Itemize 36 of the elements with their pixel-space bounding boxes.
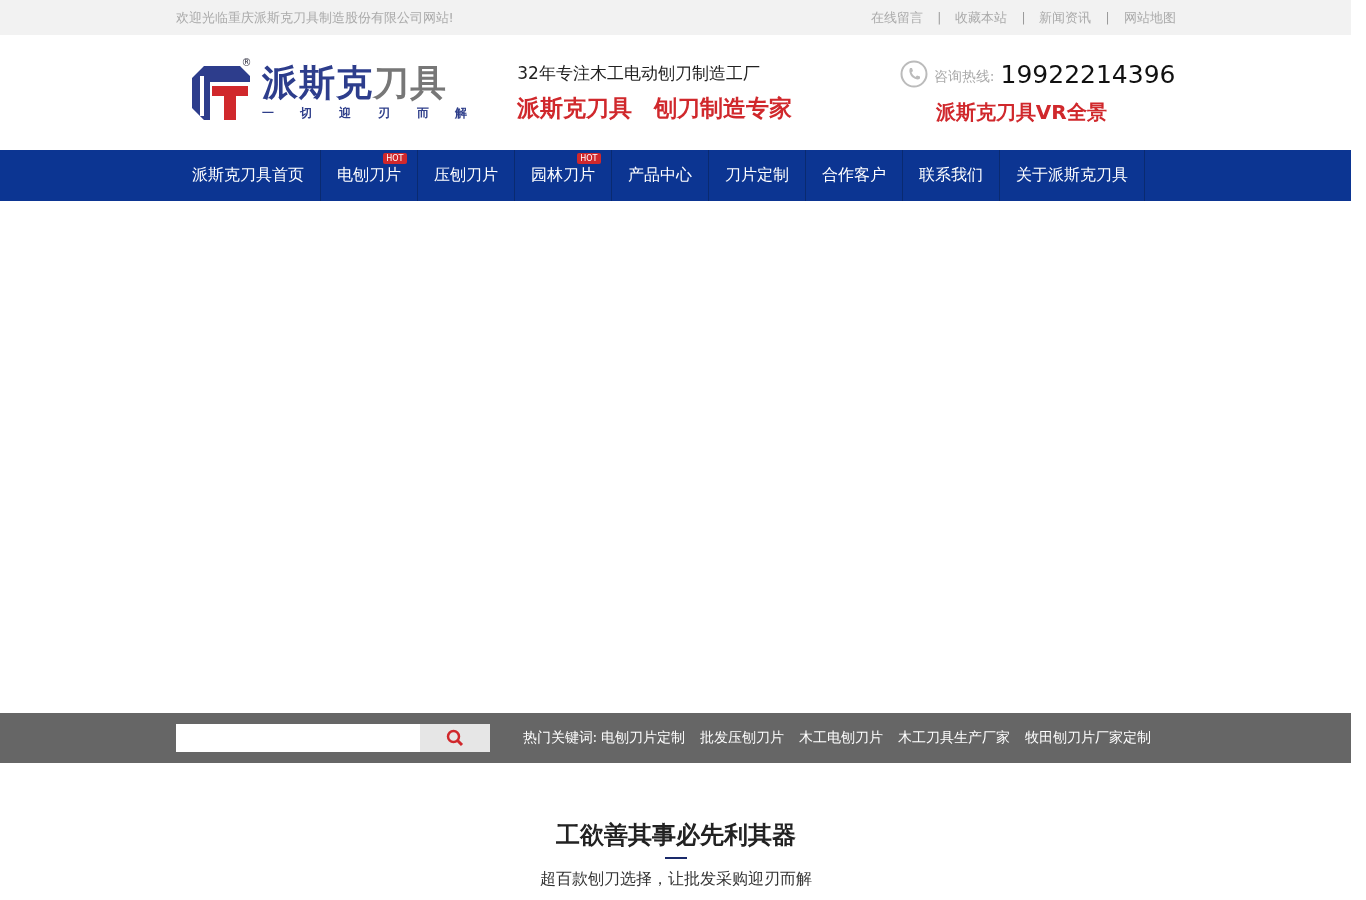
search-button[interactable] — [419, 724, 490, 752]
keyword-link[interactable]: 牧田刨刀片厂家定制 — [1025, 729, 1152, 747]
vr-link[interactable]: 派斯克刀具VR全景 — [935, 98, 1107, 126]
nav-item[interactable]: 关于派斯克刀具 — [999, 150, 1145, 201]
tagline-text: 派斯克刀具 — [517, 93, 633, 123]
separator: | — [1105, 10, 1110, 25]
nav-item[interactable]: HOT 电刨刀片 — [320, 150, 418, 201]
tagline-text: 刨刀制造专家 — [654, 93, 793, 123]
nav-item[interactable]: 联系我们 — [902, 150, 1000, 201]
welcome-text: 欢迎光临重庆派斯克刀具制造股份有限公司网站! — [175, 8, 455, 27]
brand-name: 派斯克刀具 — [261, 63, 448, 103]
hotline-number: 19922214396 — [1000, 59, 1176, 89]
registered-mark: ® — [241, 57, 252, 68]
separator: | — [1021, 10, 1026, 25]
keyword-link[interactable]: 木工刀具生产厂家 — [898, 729, 1011, 747]
slogan-text: 32年专注木工电动刨刀制造工厂 — [517, 61, 761, 85]
brand-motto: 一 切 迎 刃 而 解 — [261, 105, 468, 122]
keyword-link[interactable]: 电刨刀片定制 — [601, 729, 686, 747]
nav-item[interactable]: 合作客户 — [805, 150, 903, 201]
separator: | — [937, 10, 942, 25]
keyword-link[interactable]: 批发压刨刀片 — [700, 729, 785, 747]
search-icon — [445, 729, 464, 747]
section-subtitle: 超百款刨刀选择，让批发采购迎刃而解 — [539, 869, 812, 890]
nav-item[interactable]: 派斯克刀具首页 — [175, 150, 321, 201]
hot-keywords-label: 热门关键词: — [522, 729, 598, 747]
phone-icon — [899, 60, 928, 88]
section-title: 工欲善其事必先利其器 — [555, 820, 796, 851]
nav-item[interactable]: 产品中心 — [611, 150, 709, 201]
search-field[interactable] — [175, 724, 420, 752]
keyword-link[interactable]: 木工电刨刀片 — [799, 729, 884, 747]
hot-badge: HOT — [577, 153, 601, 164]
hot-badge: HOT — [383, 153, 407, 164]
nav-item[interactable]: 压刨刀片 — [417, 150, 515, 201]
hotline-label: 咨询热线: — [933, 68, 995, 86]
nav-item[interactable]: HOT 园林刀片 — [514, 150, 612, 201]
nav-item[interactable]: 刀片定制 — [708, 150, 806, 201]
